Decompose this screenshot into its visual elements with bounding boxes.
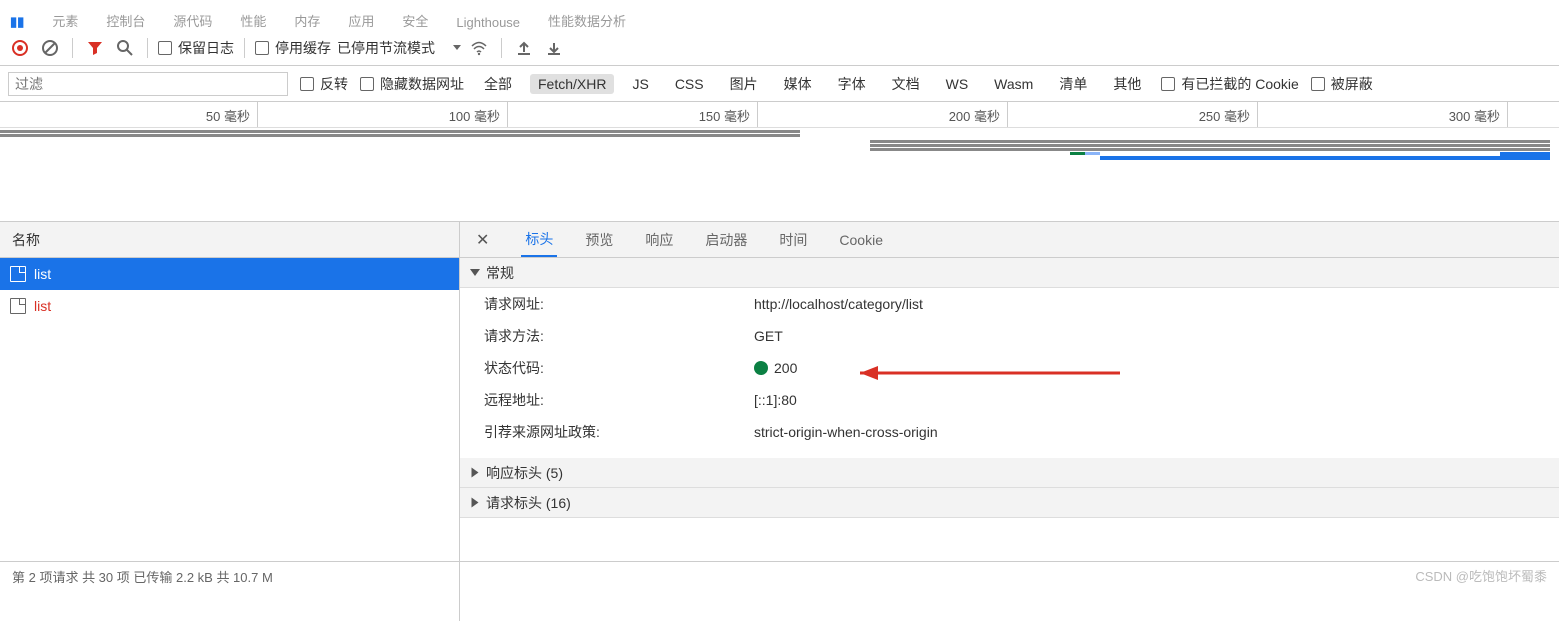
tab-cookies[interactable]: Cookie (835, 222, 887, 257)
status-bar: 第 2 项请求 共 30 项 已传输 2.2 kB 共 10.7 M (0, 561, 1559, 591)
referrer-policy-row: 引荐来源网址政策: strict-origin-when-cross-origi… (460, 416, 1559, 448)
status-code-row: 状态代码: 200 (460, 352, 1559, 384)
disable-cache-checkbox[interactable]: 停用缓存 (255, 38, 331, 58)
close-detail-icon[interactable]: ✕ (468, 230, 497, 250)
network-conditions-icon[interactable] (467, 36, 491, 60)
devtools-menu-icon[interactable]: ▮▮ (10, 14, 24, 30)
tab-initiator[interactable]: 启动器 (701, 222, 751, 257)
upload-icon[interactable] (512, 36, 536, 60)
filter-type-css[interactable]: CSS (667, 74, 712, 94)
tab-timing[interactable]: 时间 (775, 222, 811, 257)
record-icon[interactable] (8, 36, 32, 60)
document-icon (10, 298, 26, 314)
timeline-bars (0, 130, 1559, 210)
filter-type-all[interactable]: 全部 (476, 72, 520, 96)
filter-row: 反转 隐藏数据网址 全部 Fetch/XHR JS CSS 图片 媒体 字体 文… (0, 66, 1559, 102)
remote-address-row: 远程地址: [::1]:80 (460, 384, 1559, 416)
hide-data-urls-checkbox[interactable]: 隐藏数据网址 (360, 74, 464, 94)
request-row[interactable]: list (0, 258, 459, 290)
throttling-select[interactable]: 已停用节流模式 (337, 38, 461, 58)
request-headers-section[interactable]: 请求标头 (16) (460, 488, 1559, 518)
response-headers-section[interactable]: 响应标头 (5) (460, 458, 1559, 488)
name-column-header[interactable]: 名称 (0, 222, 459, 258)
devtools-tabs: ▮▮ 元素 控制台 源代码 性能 内存 应用 安全 Lighthouse 性能数… (0, 0, 1559, 30)
clear-icon[interactable] (38, 36, 62, 60)
filter-icon[interactable] (83, 36, 107, 60)
blocked-cookies-checkbox[interactable]: 有已拦截的 Cookie (1161, 74, 1298, 94)
tab-headers[interactable]: 标头 (521, 222, 557, 257)
chevron-down-icon (470, 269, 480, 276)
chevron-right-icon (472, 468, 479, 478)
network-toolbar: 保留日志 停用缓存 已停用节流模式 (0, 30, 1559, 66)
filter-type-img[interactable]: 图片 (722, 72, 766, 96)
tab-response[interactable]: 响应 (641, 222, 677, 257)
filter-input[interactable] (8, 72, 288, 96)
watermark: CSDN @吃饱饱坏蜀黍 (1415, 566, 1547, 585)
timeline-overview[interactable]: 50 毫秒 100 毫秒 150 毫秒 200 毫秒 250 毫秒 300 毫秒 (0, 102, 1559, 222)
timeline-ruler: 50 毫秒 100 毫秒 150 毫秒 200 毫秒 250 毫秒 300 毫秒 (0, 102, 1559, 128)
blocked-checkbox[interactable]: 被屏蔽 (1311, 74, 1373, 94)
chevron-right-icon (472, 498, 479, 508)
filter-type-wasm[interactable]: Wasm (986, 74, 1041, 94)
invert-checkbox[interactable]: 反转 (300, 74, 348, 94)
detail-tabs: ✕ 标头 预览 响应 启动器 时间 Cookie (460, 222, 1559, 258)
chevron-down-icon (453, 45, 461, 50)
filter-type-manifest[interactable]: 清单 (1051, 72, 1095, 96)
filter-type-tabs: 全部 Fetch/XHR JS CSS 图片 媒体 字体 文档 WS Wasm … (476, 72, 1149, 96)
filter-type-other[interactable]: 其他 (1105, 72, 1149, 96)
general-section-header[interactable]: 常规 (460, 258, 1559, 288)
request-method-row: 请求方法: GET (460, 320, 1559, 352)
preserve-log-checkbox[interactable]: 保留日志 (158, 38, 234, 58)
tab-preview[interactable]: 预览 (581, 222, 617, 257)
request-url-row: 请求网址: http://localhost/category/list (460, 288, 1559, 320)
filter-type-font[interactable]: 字体 (830, 72, 874, 96)
filter-type-fetch-xhr[interactable]: Fetch/XHR (530, 74, 614, 94)
document-icon (10, 266, 26, 282)
filter-type-ws[interactable]: WS (938, 74, 977, 94)
download-icon[interactable] (542, 36, 566, 60)
status-dot-icon (754, 361, 768, 375)
search-icon[interactable] (113, 36, 137, 60)
request-row[interactable]: list (0, 290, 459, 322)
filter-type-media[interactable]: 媒体 (776, 72, 820, 96)
filter-type-doc[interactable]: 文档 (884, 72, 928, 96)
filter-type-js[interactable]: JS (624, 74, 656, 94)
